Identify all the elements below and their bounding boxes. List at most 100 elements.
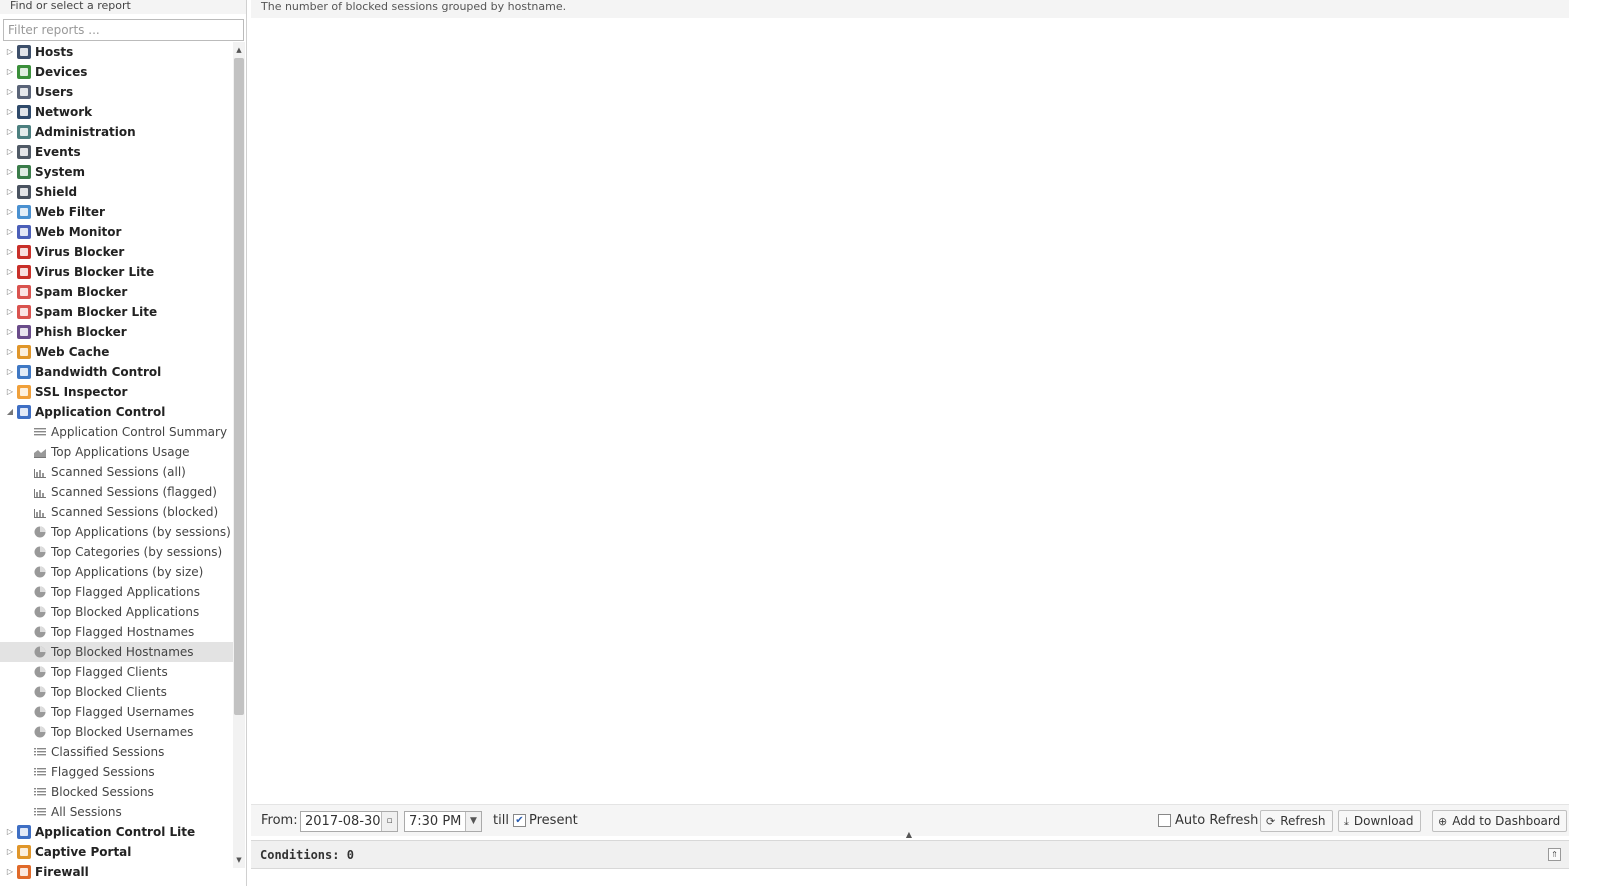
tree-node-devices[interactable]: ▷ Devices [0, 62, 233, 82]
report-item-top-flagged-hostnames[interactable]: Top Flagged Hostnames [0, 622, 233, 642]
report-item-label: Top Applications Usage [51, 445, 190, 459]
auto-refresh-label: Auto Refresh [1175, 813, 1259, 828]
report-item-blocked-sessions[interactable]: Blocked Sessions [0, 782, 233, 802]
pie-chart-icon [33, 725, 47, 739]
report-item-top-blocked-hostnames[interactable]: Top Blocked Hostnames [0, 642, 233, 662]
refresh-icon: ⟳ [1266, 815, 1276, 828]
report-item-top-applications-by-sessions[interactable]: Top Applications (by sessions) [0, 522, 233, 542]
caret-right-icon[interactable]: ▷ [5, 842, 15, 862]
auto-refresh-checkbox[interactable] [1158, 814, 1171, 827]
caret-right-icon[interactable]: ▷ [5, 302, 15, 322]
app-icon [17, 825, 31, 839]
report-item-top-applications-usage[interactable]: Top Applications Usage [0, 442, 233, 462]
caret-right-icon[interactable]: ▷ [5, 362, 15, 382]
caret-right-icon[interactable]: ▷ [5, 142, 15, 162]
tree-node-spam-blocker-lite[interactable]: ▷ Spam Blocker Lite [0, 302, 233, 322]
download-button[interactable]: ⤓ Download [1338, 810, 1421, 832]
tree-node-web-filter[interactable]: ▷ Web Filter [0, 202, 233, 222]
tree-node-virus-blocker[interactable]: ▷ Virus Blocker [0, 242, 233, 262]
tree-node-label: Phish Blocker [35, 325, 127, 339]
report-item-scanned-sessions-blocked[interactable]: Scanned Sessions (blocked) [0, 502, 233, 522]
tree-node-label: Events [35, 145, 81, 159]
caret-right-icon[interactable]: ▷ [5, 222, 15, 242]
app-icon [17, 105, 31, 119]
scroll-thumb[interactable] [234, 58, 244, 715]
scroll-down-arrow-icon[interactable]: ▼ [233, 854, 245, 866]
caret-right-icon[interactable]: ▷ [5, 342, 15, 362]
refresh-button[interactable]: ⟳ Refresh [1260, 810, 1333, 832]
conditions-panel[interactable]: Conditions: 0 ⇑ [251, 840, 1569, 869]
from-time-field[interactable]: 7:30 PM ▼ [404, 811, 482, 832]
scroll-up-arrow-icon[interactable]: ▲ [233, 44, 245, 56]
caret-right-icon[interactable]: ▷ [5, 862, 15, 882]
caret-right-icon[interactable]: ▷ [5, 182, 15, 202]
add-to-dashboard-button[interactable]: ⊕ Add to Dashboard [1432, 810, 1568, 832]
caret-right-icon[interactable]: ▷ [5, 162, 15, 182]
tree-node-hosts[interactable]: ▷ Hosts [0, 42, 233, 62]
report-item-top-blocked-applications[interactable]: Top Blocked Applications [0, 602, 233, 622]
tree-node-spam-blocker[interactable]: ▷ Spam Blocker [0, 282, 233, 302]
tree-node-ssl-inspector[interactable]: ▷ SSL Inspector [0, 382, 233, 402]
chevron-down-icon[interactable]: ▼ [465, 812, 481, 831]
report-item-application-control-summary[interactable]: Application Control Summary [0, 422, 233, 442]
caret-right-icon[interactable]: ▷ [5, 822, 15, 842]
tree-scrollbar[interactable]: ▲ ▼ [233, 42, 245, 868]
from-time-value: 7:30 PM [409, 814, 462, 829]
filter-reports-input[interactable] [3, 19, 244, 41]
report-item-scanned-sessions-flagged[interactable]: Scanned Sessions (flagged) [0, 482, 233, 502]
download-button-label: Download [1353, 814, 1414, 828]
caret-right-icon[interactable]: ▷ [5, 322, 15, 342]
splitter-collapse-icon[interactable]: ▲ [891, 831, 927, 839]
caret-right-icon[interactable]: ▷ [5, 382, 15, 402]
from-date-field[interactable]: 2017-08-30 ▫ [300, 811, 398, 832]
caret-right-icon[interactable]: ▷ [5, 102, 15, 122]
report-item-classified-sessions[interactable]: Classified Sessions [0, 742, 233, 762]
present-checkbox[interactable]: ✔ [513, 814, 526, 827]
caret-right-icon[interactable]: ▷ [5, 282, 15, 302]
tree-node-captive-portal[interactable]: ▷ Captive Portal [0, 842, 233, 862]
report-item-all-sessions[interactable]: All Sessions [0, 802, 233, 822]
area-chart-icon [33, 445, 47, 459]
tree-node-application-control[interactable]: ◢ Application Control [0, 402, 233, 422]
tree-node-bandwidth-control[interactable]: ▷ Bandwidth Control [0, 362, 233, 382]
tree-node-application-control-lite[interactable]: ▷ Application Control Lite [0, 822, 233, 842]
tree-node-phish-blocker[interactable]: ▷ Phish Blocker [0, 322, 233, 342]
caret-right-icon[interactable]: ▷ [5, 82, 15, 102]
tree-node-firewall[interactable]: ▷ Firewall [0, 862, 233, 882]
caret-right-icon[interactable]: ▷ [5, 122, 15, 142]
expand-icon[interactable]: ⇑ [1548, 848, 1561, 861]
tree-node-shield[interactable]: ▷ Shield [0, 182, 233, 202]
tree-node-network[interactable]: ▷ Network [0, 102, 233, 122]
caret-right-icon[interactable]: ▷ [5, 62, 15, 82]
report-item-top-applications-by-size[interactable]: Top Applications (by size) [0, 562, 233, 582]
report-item-top-flagged-applications[interactable]: Top Flagged Applications [0, 582, 233, 602]
report-item-top-categories-by-sessions[interactable]: Top Categories (by sessions) [0, 542, 233, 562]
report-item-top-blocked-clients[interactable]: Top Blocked Clients [0, 682, 233, 702]
calendar-icon[interactable]: ▫ [381, 812, 397, 831]
report-item-top-blocked-usernames[interactable]: Top Blocked Usernames [0, 722, 233, 742]
tree-node-virus-blocker-lite[interactable]: ▷ Virus Blocker Lite [0, 262, 233, 282]
tree-node-users[interactable]: ▷ Users [0, 82, 233, 102]
refresh-button-label: Refresh [1280, 814, 1326, 828]
tree-node-administration[interactable]: ▷ Administration [0, 122, 233, 142]
report-item-scanned-sessions-all[interactable]: Scanned Sessions (all) [0, 462, 233, 482]
report-item-top-flagged-clients[interactable]: Top Flagged Clients [0, 662, 233, 682]
list-icon [33, 805, 47, 819]
caret-right-icon[interactable]: ▷ [5, 202, 15, 222]
caret-right-icon[interactable]: ▷ [5, 42, 15, 62]
caret-right-icon[interactable]: ▷ [5, 262, 15, 282]
report-item-label: Top Applications (by size) [51, 565, 204, 579]
report-item-top-flagged-usernames[interactable]: Top Flagged Usernames [0, 702, 233, 722]
report-item-flagged-sessions[interactable]: Flagged Sessions [0, 762, 233, 782]
report-item-label: Top Flagged Applications [51, 585, 201, 599]
pie-chart-icon [33, 525, 47, 539]
report-item-label: Flagged Sessions [51, 765, 155, 779]
caret-down-icon[interactable]: ◢ [5, 402, 15, 422]
tree-node-system[interactable]: ▷ System [0, 162, 233, 182]
conditions-title: Conditions: 0 [260, 848, 354, 862]
tree-node-web-monitor[interactable]: ▷ Web Monitor [0, 222, 233, 242]
tree-node-events[interactable]: ▷ Events [0, 142, 233, 162]
tree-node-web-cache[interactable]: ▷ Web Cache [0, 342, 233, 362]
from-date-value: 2017-08-30 [305, 814, 381, 829]
caret-right-icon[interactable]: ▷ [5, 242, 15, 262]
